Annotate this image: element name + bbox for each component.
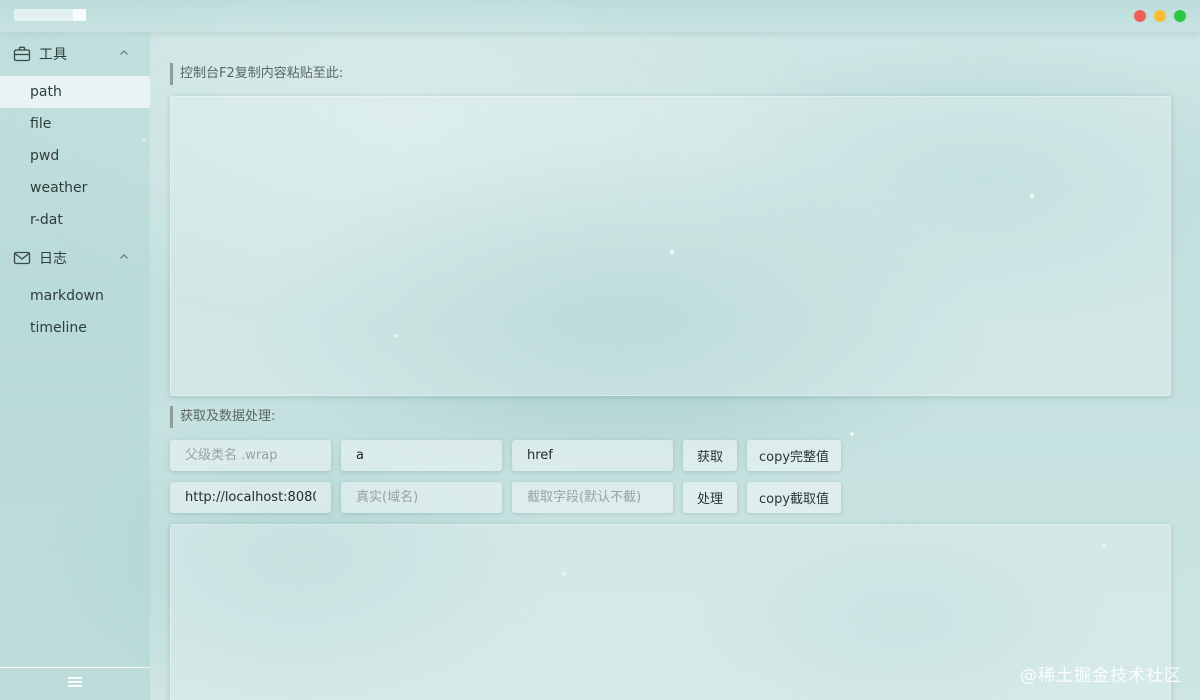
mail-icon [13, 249, 31, 267]
process-section-label: 获取及数据处理: [170, 406, 275, 428]
fetch-button[interactable]: 获取 [683, 440, 737, 471]
sidebar-item-timeline[interactable]: timeline [0, 312, 150, 344]
tag-input[interactable] [341, 440, 502, 471]
real-domain-input[interactable] [341, 482, 502, 513]
paste-section-label: 控制台F2复制内容粘贴至此: [170, 63, 343, 85]
sidebar-group-label: 日志 [39, 251, 67, 267]
process-button[interactable]: 处理 [683, 482, 737, 513]
sidebar-item-weather[interactable]: weather [0, 172, 150, 204]
title-bar [0, 0, 1200, 32]
hamburger-menu-icon[interactable] [68, 676, 82, 692]
chevron-up-icon[interactable] [118, 47, 130, 59]
copy-full-value-button[interactable]: copy完整值 [747, 440, 841, 471]
paste-textarea[interactable] [170, 96, 1171, 396]
host-input[interactable] [170, 482, 331, 513]
sidebar-group-label: 工具 [39, 47, 67, 63]
briefcase-icon [13, 45, 31, 63]
window-controls [1134, 10, 1186, 22]
close-window-button[interactable] [1134, 10, 1146, 22]
copy-slice-value-button[interactable]: copy截取值 [747, 482, 841, 513]
sidebar-item-r-dat[interactable]: r-dat [0, 204, 150, 236]
maximize-window-button[interactable] [1174, 10, 1186, 22]
sidebar-item-pwd[interactable]: pwd [0, 140, 150, 172]
main-content: 控制台F2复制内容粘贴至此: 获取及数据处理: 获取 copy完整值 处理 co… [150, 32, 1200, 700]
sidebar-group-log[interactable]: 日志 [0, 236, 150, 280]
app-logo [14, 9, 98, 21]
sidebar-group-tools[interactable]: 工具 [0, 32, 150, 76]
attribute-input[interactable] [512, 440, 673, 471]
sidebar-item-markdown[interactable]: markdown [0, 280, 150, 312]
parent-class-input[interactable] [170, 440, 331, 471]
sidebar-item-file[interactable]: file [0, 108, 150, 140]
watermark: @稀土掘金技术社区 [1020, 666, 1182, 686]
sidebar-item-path[interactable]: path [0, 76, 150, 108]
sidebar: 工具 path file pwd weather r-dat 日志 markdo… [0, 32, 150, 700]
chevron-up-icon[interactable] [118, 251, 130, 263]
slice-field-input[interactable] [512, 482, 673, 513]
sidebar-collapse-toggle[interactable] [0, 667, 150, 700]
minimize-window-button[interactable] [1154, 10, 1166, 22]
